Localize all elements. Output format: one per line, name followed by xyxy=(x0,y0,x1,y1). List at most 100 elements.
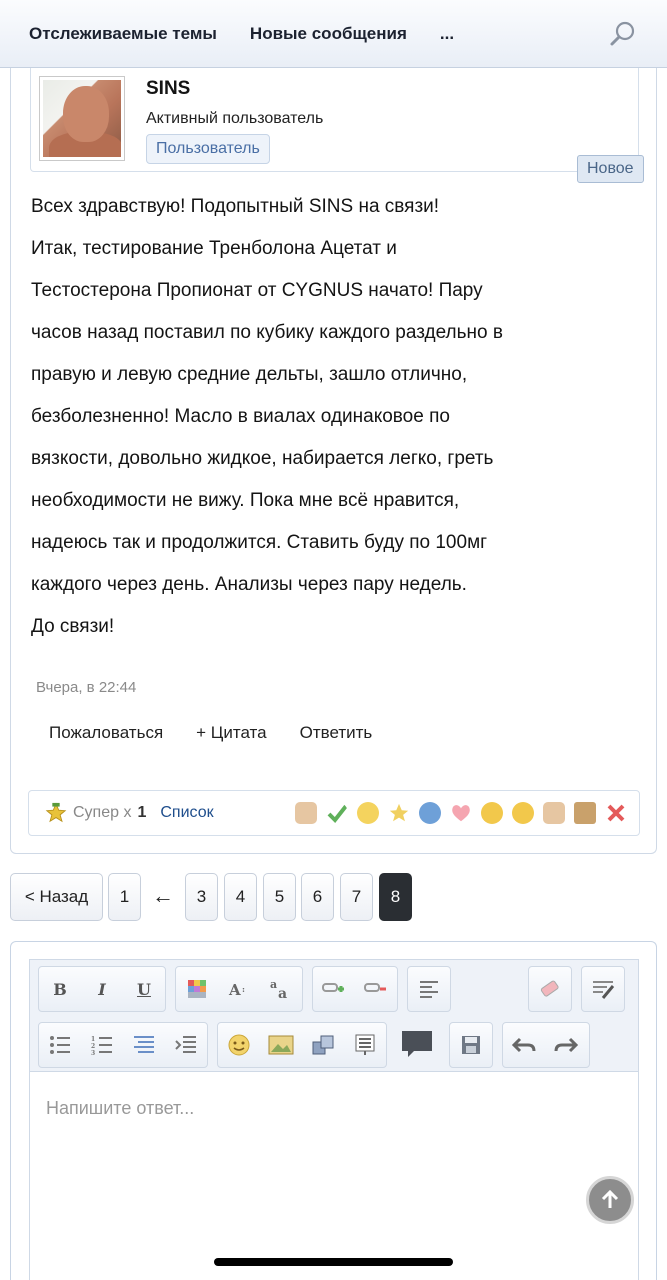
svg-text:a: a xyxy=(270,978,277,991)
svg-text:a: a xyxy=(278,986,287,1000)
avatar[interactable] xyxy=(39,76,125,161)
message-line: каждого через день. Анализы через пару н… xyxy=(31,574,467,595)
quote-link[interactable]: + Цитата xyxy=(196,723,266,743)
user-banner: Пользователь xyxy=(146,134,270,164)
message-line: безболезненно! Масло в виалах одинаковое… xyxy=(31,406,450,427)
edit-source-icon[interactable] xyxy=(582,967,624,1011)
svg-text:2: 2 xyxy=(91,1043,95,1050)
close-icon[interactable] xyxy=(605,802,627,824)
font-group: A: aa xyxy=(175,966,303,1012)
message-line: вязкости, довольно жидкое, набирается ле… xyxy=(31,448,494,469)
arrow-up-icon xyxy=(601,1189,619,1208)
insert-link-icon[interactable] xyxy=(313,967,355,1011)
message-line: Всех здравствую! Подопытный SINS на связ… xyxy=(31,196,440,217)
info-icon[interactable] xyxy=(419,802,441,824)
message-line: До связи! xyxy=(31,616,115,637)
box-icon[interactable] xyxy=(574,802,596,824)
post-actions: Пожаловаться + Цитата Ответить xyxy=(49,723,405,743)
bold-button[interactable]: B xyxy=(39,967,81,1011)
thumbs-down-icon[interactable] xyxy=(543,802,565,824)
reply-link[interactable]: Ответить xyxy=(300,723,373,743)
numbered-list-icon[interactable]: 123 xyxy=(81,1023,123,1067)
nav-more[interactable]: ... xyxy=(440,24,454,44)
quote-group xyxy=(396,1022,440,1068)
star-icon xyxy=(45,802,67,823)
page-button[interactable]: 1 xyxy=(108,873,141,921)
svg-text::: : xyxy=(242,984,245,994)
underline-button[interactable]: U xyxy=(123,967,165,1011)
source-group xyxy=(581,966,625,1012)
reply-placeholder: Напишите ответ... xyxy=(46,1098,195,1118)
checkmark-icon[interactable] xyxy=(326,802,348,824)
comment-icon[interactable] xyxy=(396,1022,438,1066)
editor-toolbar: B I U A: aa 1 2 3 xyxy=(29,959,639,1071)
link-group xyxy=(312,966,398,1012)
thumbs-up-icon[interactable] xyxy=(295,802,317,824)
pagination: < Назад 1 ← 3 4 5 6 7 8 xyxy=(10,873,430,921)
message-line: часов назад поставил по кубику каждого р… xyxy=(31,322,503,343)
home-indicator xyxy=(214,1258,453,1266)
svg-text:1: 1 xyxy=(91,1036,95,1043)
page-button[interactable]: 6 xyxy=(301,873,334,921)
scroll-to-top-button[interactable] xyxy=(586,1176,634,1224)
outdent-icon[interactable] xyxy=(123,1023,165,1067)
avatar-image xyxy=(43,80,121,157)
svg-text:A: A xyxy=(228,981,241,998)
page-button[interactable]: 5 xyxy=(263,873,296,921)
smile-icon[interactable] xyxy=(357,802,379,824)
nav-watched-threads[interactable]: Отслеживаемые темы xyxy=(29,24,217,44)
post-author[interactable]: SINS xyxy=(146,78,190,100)
prev-page-button[interactable]: < Назад xyxy=(10,873,103,921)
eraser-icon[interactable] xyxy=(529,967,571,1011)
color-palette-icon[interactable] xyxy=(176,967,218,1011)
message-line: надеюсь так и продолжится. Ставить буду … xyxy=(31,532,488,553)
reaction-label: Супер x xyxy=(73,804,132,821)
reaction-list-link[interactable]: Список xyxy=(160,804,213,822)
align-group xyxy=(407,966,451,1012)
redo-icon[interactable] xyxy=(545,1023,587,1067)
eraser-group xyxy=(528,966,572,1012)
sad-icon[interactable] xyxy=(512,802,534,824)
bullet-list-icon[interactable] xyxy=(39,1023,81,1067)
page-button[interactable]: 7 xyxy=(340,873,373,921)
font-size-icon[interactable]: A: xyxy=(218,967,260,1011)
smiley-icon[interactable] xyxy=(218,1023,260,1067)
nav-new-posts[interactable]: Новые сообщения xyxy=(250,24,407,44)
message-line: Тестостерона Пропионат от CYGNUS начато!… xyxy=(31,280,483,301)
current-page-button[interactable]: 8 xyxy=(379,873,412,921)
save-draft-icon[interactable] xyxy=(450,1023,492,1067)
indent-icon[interactable] xyxy=(165,1023,207,1067)
code-block-icon[interactable] xyxy=(344,1023,386,1067)
font-family-icon[interactable]: aa xyxy=(260,967,302,1011)
reaction-icons xyxy=(286,802,627,824)
top-navigation: Отслеживаемые темы Новые сообщения ... xyxy=(0,0,667,68)
page-button[interactable]: 4 xyxy=(224,873,257,921)
insert-group xyxy=(217,1022,387,1068)
remove-link-icon[interactable] xyxy=(355,967,397,1011)
align-left-icon[interactable] xyxy=(408,967,450,1011)
reply-editor: B I U A: aa 1 2 3 Напишите ответ... xyxy=(10,941,657,1280)
award-star-icon[interactable] xyxy=(388,802,410,824)
page-jump-arrow[interactable]: ← xyxy=(146,873,180,921)
text-format-group: B I U xyxy=(38,966,166,1012)
save-group xyxy=(449,1022,493,1068)
user-title: Активный пользователь xyxy=(146,110,324,127)
reply-textarea[interactable]: Напишите ответ... xyxy=(29,1071,639,1280)
report-link[interactable]: Пожаловаться xyxy=(49,723,163,743)
undo-icon[interactable] xyxy=(503,1023,545,1067)
message-line: правую и левую средние дельты, зашло отл… xyxy=(31,364,468,385)
list-group: 123 xyxy=(38,1022,208,1068)
italic-button[interactable]: I xyxy=(81,967,123,1011)
image-icon[interactable] xyxy=(260,1023,302,1067)
post-card: SINS Активный пользователь Пользователь … xyxy=(10,68,657,854)
post-date[interactable]: Вчера, в 22:44 xyxy=(36,679,136,696)
laugh-icon[interactable] xyxy=(481,802,503,824)
svg-text:3: 3 xyxy=(91,1050,95,1055)
page-button[interactable]: 3 xyxy=(185,873,218,921)
history-group xyxy=(502,1022,590,1068)
media-icon[interactable] xyxy=(302,1023,344,1067)
search-icon[interactable] xyxy=(609,20,637,48)
new-badge: Новое xyxy=(577,155,644,183)
message-line: Итак, тестирование Тренболона Ацетат и xyxy=(31,238,397,259)
heart-icon[interactable] xyxy=(450,802,472,824)
